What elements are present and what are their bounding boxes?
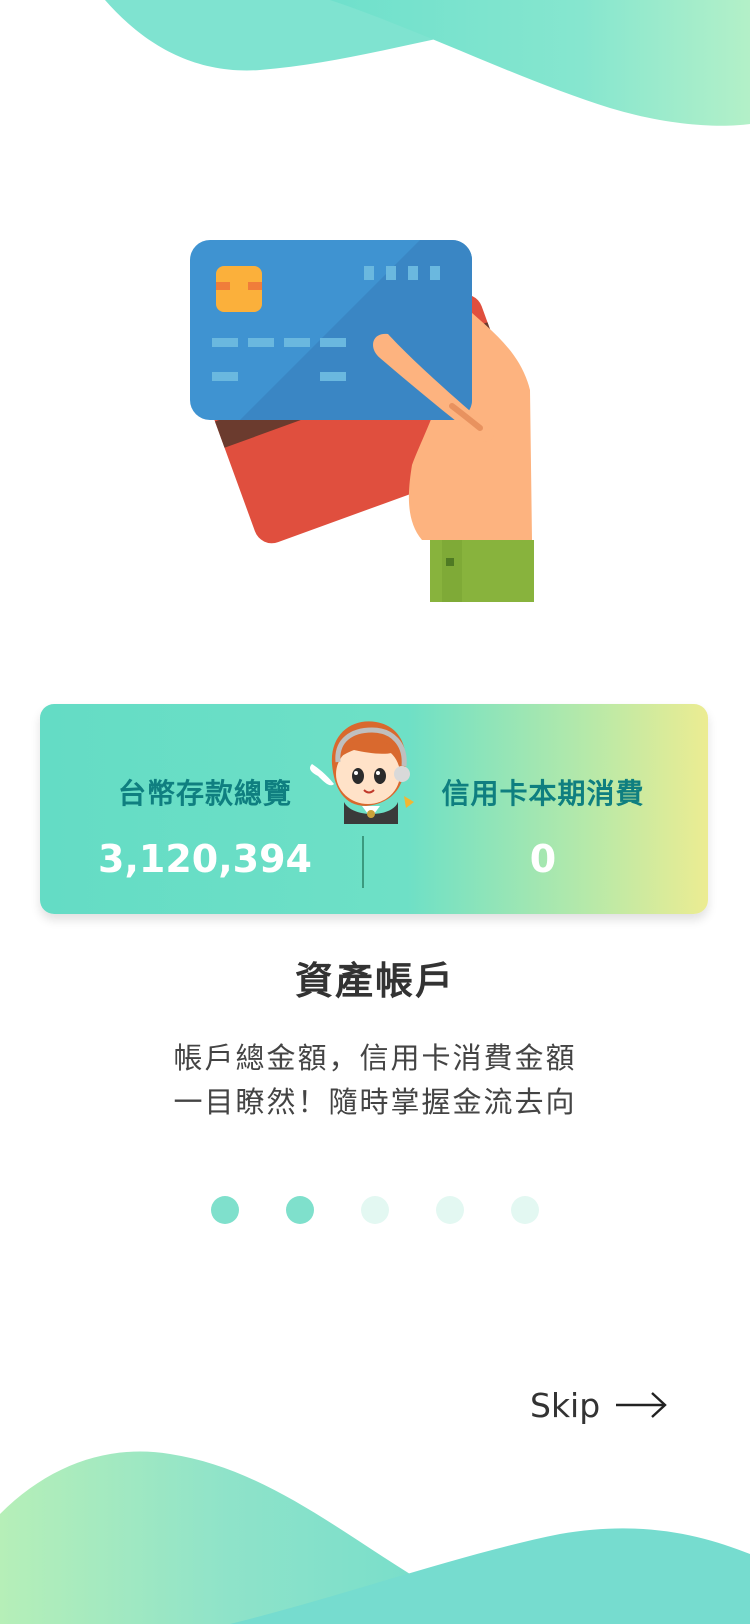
deposit-summary[interactable]: 台幣存款總覽 3,120,394 xyxy=(55,774,355,882)
pagination-dots xyxy=(211,1196,541,1226)
deposit-summary-label: 台幣存款總覽 xyxy=(117,777,292,810)
skip-label: Skip xyxy=(530,1385,601,1425)
credit-card-summary-label: 信用卡本期消費 xyxy=(441,777,645,810)
arrow-right-icon xyxy=(616,1392,667,1418)
credit-card-summary[interactable]: 信用卡本期消費 0 xyxy=(393,774,693,882)
pagination-dot-3[interactable] xyxy=(361,1196,389,1224)
account-summary-card[interactable]: 台幣存款總覽 3,120,394 信用卡本期消費 0 xyxy=(40,704,708,914)
page-description-line-2: 一目瞭然！隨時掌握金流去向 xyxy=(173,1085,577,1119)
pagination-dot-4[interactable] xyxy=(436,1196,464,1224)
page-description-line-1: 帳戶總金額，信用卡消費金額 xyxy=(173,1041,577,1075)
pagination-dot-5[interactable] xyxy=(511,1196,539,1224)
pagination-dot-1[interactable] xyxy=(211,1196,239,1224)
bottom-wave-decoration xyxy=(0,1451,750,1624)
skip-button[interactable]: Skip xyxy=(530,1380,668,1430)
page-title: 資產帳戶 xyxy=(294,959,455,1003)
page-description: 帳戶總金額，信用卡消費金額 一目瞭然！隨時掌握金流去向 xyxy=(0,1036,750,1124)
deposit-summary-value: 3,120,394 xyxy=(98,837,312,881)
hand-holding-credit-cards-icon xyxy=(190,240,534,602)
top-wave-decoration xyxy=(105,0,750,126)
credit-card-summary-value: 0 xyxy=(529,837,557,881)
summary-divider xyxy=(362,836,364,888)
pagination-dot-2[interactable] xyxy=(286,1196,314,1224)
